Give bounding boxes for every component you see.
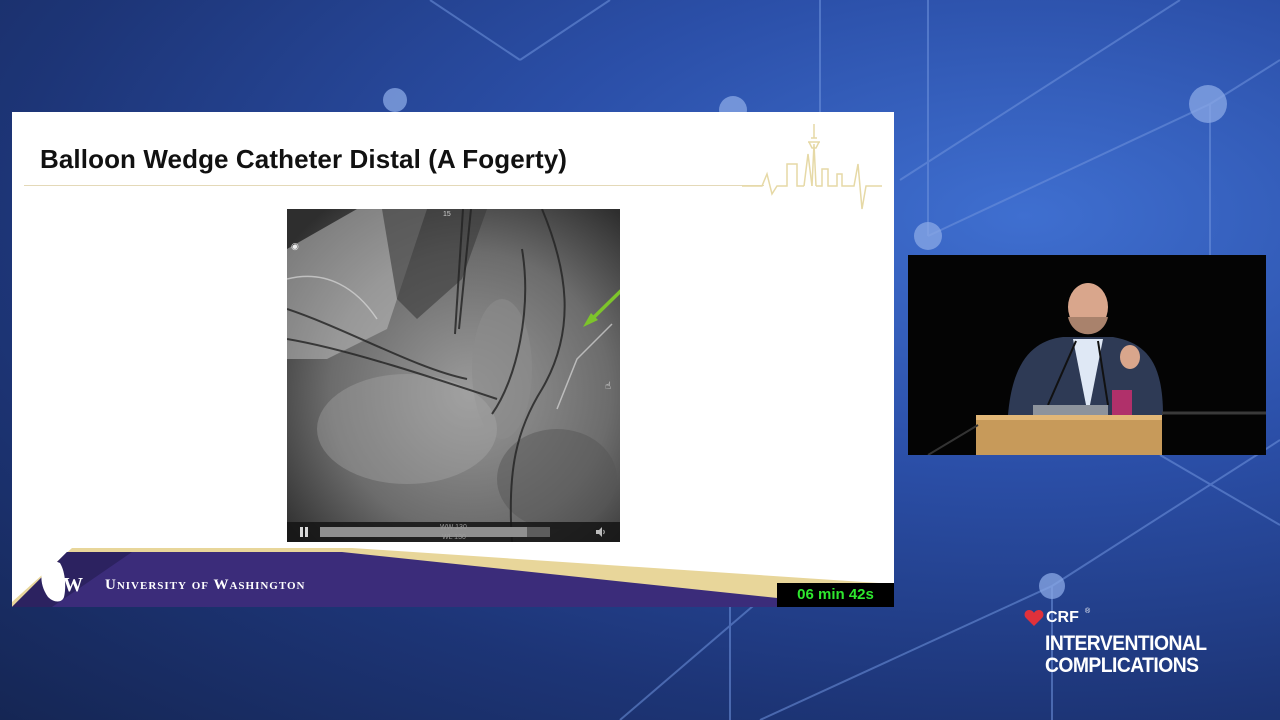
fluoroscopy-video[interactable]: ◉ ☝ 15 WW 130 WL 130: [287, 209, 620, 542]
slide-title: Balloon Wedge Catheter Distal (A Fogerty…: [40, 144, 568, 174]
volume-icon[interactable]: [596, 527, 606, 537]
window-level-label: WL 130: [442, 534, 466, 541]
window-width-label: WW 130: [440, 524, 467, 531]
speaker-image: [908, 255, 1266, 455]
registered-mark: ®: [1085, 608, 1091, 615]
frame-number: 15: [443, 211, 451, 218]
heart-icon: [1024, 610, 1044, 626]
fluoroscopy-image: ◉ ☝: [287, 209, 620, 542]
university-logo-icon: W: [41, 553, 83, 602]
brand-interventional: INTERVENTIONAL: [1045, 632, 1207, 655]
pause-icon[interactable]: [299, 527, 309, 537]
footer-band: [12, 548, 894, 607]
seek-progress: [320, 527, 527, 537]
seek-bar[interactable]: [320, 527, 550, 537]
presentation-slide: Balloon Wedge Catheter Distal (A Fogerty…: [12, 112, 894, 607]
crf-label: CRF: [1046, 609, 1079, 626]
university-name: University of Washington: [105, 577, 306, 593]
seattle-skyline-icon: [742, 124, 882, 210]
session-timer: 06 min 42s: [777, 583, 894, 607]
brand-complications: COMPLICATIONS: [1045, 654, 1199, 677]
marker-icon: ◉: [291, 242, 299, 252]
mouse-pointer-icon: ☝: [605, 381, 611, 392]
video-controls: WW 130 WL 130: [287, 522, 620, 542]
speaker-video-feed: [908, 255, 1266, 455]
w-logo-mark: W: [63, 574, 83, 596]
title-divider: [24, 185, 764, 186]
